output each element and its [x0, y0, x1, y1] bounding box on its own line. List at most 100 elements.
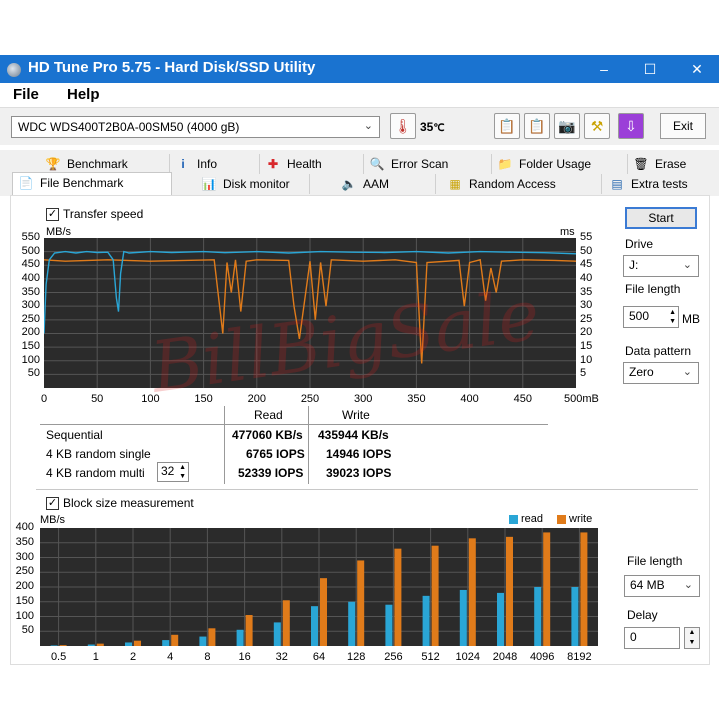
- x-tick-label: 8: [204, 651, 211, 663]
- read-bar: [50, 645, 58, 646]
- x-tick-label: 200: [247, 393, 266, 405]
- tab-aam[interactable]: 🔈 AAM: [336, 174, 436, 194]
- write-bar: [96, 643, 104, 646]
- file-trophy-icon: 📄: [18, 176, 34, 190]
- y-tick-label: 250: [21, 312, 40, 325]
- y2-tick-label: 10: [580, 353, 593, 366]
- tab-health[interactable]: ✚ Health: [260, 154, 364, 174]
- options-tools-button[interactable]: ⚒: [584, 113, 610, 139]
- menu-file[interactable]: File: [13, 86, 39, 103]
- section-divider: [36, 489, 698, 490]
- speaker-icon: 🔈: [341, 177, 357, 191]
- transfer-speed-checkbox[interactable]: ✓: [46, 208, 59, 221]
- menu-help[interactable]: Help: [67, 86, 100, 103]
- x-tick-label: 450: [513, 393, 532, 405]
- tab-folder-usage[interactable]: 📁 Folder Usage: [492, 154, 628, 174]
- drive-select[interactable]: WDC WDS400T2B0A-00SM50 (4000 gB) ⌄: [11, 116, 380, 138]
- y2-tick-label: 55: [580, 231, 593, 243]
- tab-error-scan[interactable]: 🔍 Error Scan: [364, 154, 492, 174]
- copy-text-button[interactable]: 📋: [494, 113, 520, 139]
- transfer-speed-chart: [44, 238, 576, 388]
- tab-benchmark[interactable]: 🏆 Benchmark: [40, 154, 170, 174]
- spinner-arrows-icon: ▲ ▼: [179, 464, 186, 480]
- y-tick-label: 50: [21, 624, 34, 637]
- y2-tick-label: 20: [580, 326, 593, 339]
- read-bar: [497, 592, 504, 646]
- file-length-unit: MB: [682, 312, 700, 326]
- read-bar: [571, 587, 579, 646]
- copy-image-button[interactable]: 📋: [524, 113, 550, 139]
- drive-label: Drive: [625, 237, 654, 251]
- write-bar: [171, 634, 179, 646]
- tab-info[interactable]: i Info: [170, 154, 260, 174]
- close-button[interactable]: ✕: [675, 55, 719, 83]
- write-value: 14946 IOPS: [326, 447, 392, 461]
- write-bar: [394, 548, 402, 646]
- minimize-button[interactable]: –: [582, 55, 626, 83]
- read-bar: [534, 587, 542, 646]
- write-bar: [431, 545, 439, 646]
- tab-file-benchmark[interactable]: 📄 File Benchmark: [12, 172, 172, 196]
- y-tick-label: 350: [21, 285, 40, 298]
- delay-label: Delay: [627, 608, 658, 622]
- y2-tick-label: 5: [580, 367, 587, 380]
- temperature-value: 35: [420, 120, 434, 134]
- data-pattern-select[interactable]: Zero ⌄: [623, 362, 699, 384]
- read-bar: [125, 642, 132, 646]
- legend-write-swatch: [557, 515, 566, 524]
- delay-input[interactable]: 0: [624, 627, 680, 649]
- legend-read-label: read: [521, 513, 544, 525]
- write-bar: [320, 578, 327, 646]
- y-tick-label: 550: [21, 231, 40, 243]
- chevron-down-icon: ⌄: [683, 579, 693, 591]
- read-bar: [162, 640, 170, 646]
- tab-extra-tests[interactable]: ▤ Extra tests: [604, 174, 714, 194]
- write-bar: [134, 640, 141, 646]
- y-tick-label: 50: [27, 367, 40, 380]
- screenshot-camera-button[interactable]: 📷: [554, 113, 580, 139]
- info-icon: i: [181, 157, 185, 171]
- file-length-input[interactable]: 500 ▲ ▼: [623, 306, 679, 328]
- save-download-button[interactable]: ⇩: [618, 113, 644, 139]
- start-button[interactable]: Start: [625, 207, 697, 229]
- y2-tick-label: 45: [580, 258, 593, 271]
- write-bar: [468, 538, 476, 646]
- x-tick-label: 64: [312, 651, 326, 663]
- x-tick-label: 100: [141, 393, 160, 405]
- x-tick-label: 2048: [492, 651, 518, 663]
- block-file-length-select[interactable]: 64 MB ⌄: [624, 575, 700, 597]
- folder-icon: 📁: [497, 157, 513, 171]
- tab-label: Health: [287, 157, 322, 171]
- x-tick-label: 8192: [567, 651, 592, 663]
- write-bar: [543, 532, 551, 646]
- read-bar: [311, 606, 318, 646]
- tab-label: Error Scan: [391, 157, 449, 171]
- read-bar: [422, 595, 430, 646]
- tab-label: Erase: [655, 157, 687, 171]
- table-divider: [224, 406, 225, 484]
- tab-erase[interactable]: 🗑 Erase: [628, 154, 714, 174]
- read-bar: [199, 636, 207, 646]
- degree-icon: ℃: [433, 123, 445, 134]
- drive-letter-select[interactable]: J: ⌄: [623, 255, 699, 277]
- read-bar: [87, 644, 95, 646]
- exit-button[interactable]: Exit: [660, 113, 706, 139]
- trophy-icon: 🏆: [45, 157, 61, 171]
- tab-disk-monitor[interactable]: 📊 Disk monitor: [196, 174, 310, 194]
- y-tick-label: 200: [21, 326, 40, 339]
- read-bar: [236, 629, 244, 646]
- scatter-icon: ▦: [449, 177, 461, 191]
- y-tick-label: 250: [15, 565, 34, 578]
- y-tick-label: 350: [15, 535, 34, 548]
- write-bar: [245, 615, 253, 646]
- block-size-checkbox[interactable]: ✓: [46, 497, 59, 510]
- y-tick-label: 150: [21, 340, 40, 353]
- maximize-button[interactable]: ☐: [628, 55, 672, 83]
- delay-value: 0: [630, 630, 637, 644]
- delay-spinner[interactable]: ▲ ▼: [684, 627, 700, 649]
- x-tick-label: 400: [460, 393, 479, 405]
- tab-random-access[interactable]: ▦ Random Access: [442, 174, 602, 194]
- y-tick-label: 100: [15, 609, 34, 622]
- queue-depth-spinner[interactable]: 32 ▲ ▼: [157, 462, 189, 482]
- y2-tick-label: 40: [580, 271, 593, 284]
